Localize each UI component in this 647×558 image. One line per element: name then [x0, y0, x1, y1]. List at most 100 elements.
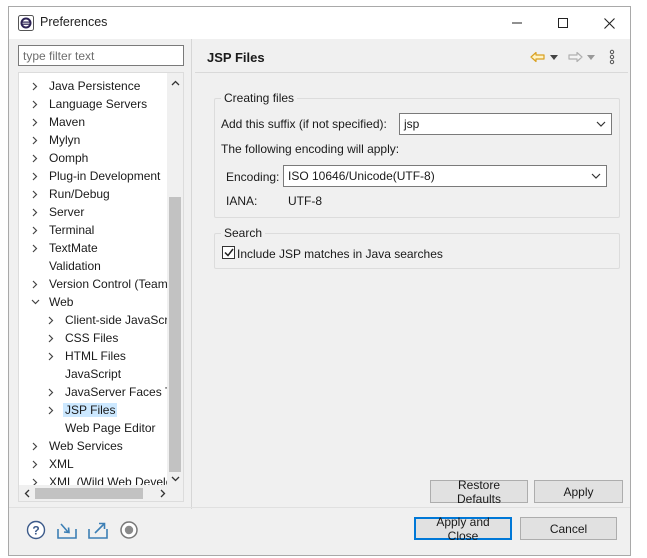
tree-item-label: Client-side JavaScript	[65, 313, 167, 327]
tree-item[interactable]: Language Servers	[19, 95, 167, 113]
tree-item-label: JavaServer Faces Tools	[65, 385, 167, 399]
eclipse-app-icon	[18, 15, 34, 31]
tree-item[interactable]: Mylyn	[19, 131, 167, 149]
chevron-right-icon[interactable]	[29, 275, 41, 293]
chevron-right-icon[interactable]	[29, 95, 41, 113]
chevron-right-icon[interactable]	[45, 347, 57, 365]
chevron-right-icon[interactable]	[45, 311, 57, 329]
record-icon	[120, 521, 138, 539]
chevron-down-icon	[171, 476, 179, 482]
chevron-right-icon[interactable]	[29, 149, 41, 167]
chevron-right-icon	[160, 489, 166, 497]
kebab-menu-icon	[609, 49, 615, 65]
chevron-right-icon[interactable]	[29, 113, 41, 131]
scroll-right-arrow[interactable]	[155, 485, 171, 501]
tree-item[interactable]: JavaScript	[19, 365, 167, 383]
filter-input[interactable]	[18, 45, 184, 66]
chevron-right-icon[interactable]	[29, 77, 41, 95]
minimize-button[interactable]	[494, 7, 540, 39]
tree-item[interactable]: Maven	[19, 113, 167, 131]
tree-item-label: Plug-in Development	[49, 169, 161, 183]
tree-vertical-scrollbar[interactable]	[167, 73, 183, 485]
tree-item[interactable]: CSS Files	[19, 329, 167, 347]
tree-item-label: Terminal	[49, 223, 95, 237]
tree-item-label: Run/Debug	[49, 187, 110, 201]
scroll-left-arrow[interactable]	[19, 485, 35, 501]
tree-item-label: CSS Files	[65, 331, 119, 345]
tree-item[interactable]: HTML Files	[19, 347, 167, 365]
forward-history-dropdown[interactable]	[586, 48, 596, 66]
apply-and-close-button[interactable]: Apply and Close	[414, 515, 512, 543]
chevron-right-icon[interactable]	[29, 437, 41, 455]
tree-item[interactable]: TextMate	[19, 239, 167, 257]
export-button[interactable]	[87, 519, 109, 541]
tree-item-label: Web	[49, 295, 74, 309]
chevron-right-icon[interactable]	[29, 203, 41, 221]
tree-item-label: Java Persistence	[49, 79, 141, 93]
tree-item[interactable]: Terminal	[19, 221, 167, 239]
export-icon	[88, 522, 108, 539]
restore-defaults-button[interactable]: Restore Defaults	[430, 478, 528, 506]
include-jsp-label[interactable]: Include JSP matches in Java searches	[237, 247, 443, 261]
oomph-record-button[interactable]	[118, 519, 140, 541]
include-jsp-checkbox[interactable]	[222, 246, 235, 259]
tree-item[interactable]: Plug-in Development	[19, 167, 167, 185]
tree-item[interactable]: Java Persistence	[19, 77, 167, 95]
maximize-button[interactable]	[540, 7, 586, 39]
chevron-right-icon[interactable]	[29, 239, 41, 257]
chevron-down-icon	[586, 173, 606, 179]
tree-item[interactable]: Run/Debug	[19, 185, 167, 203]
cancel-button[interactable]: Cancel	[520, 517, 617, 540]
chevron-right-icon[interactable]	[29, 131, 41, 149]
encoding-combo[interactable]: ISO 10646/Unicode(UTF-8)	[283, 165, 607, 187]
tree-item[interactable]: Web	[19, 293, 167, 311]
tree-item[interactable]: Version Control (Team)	[19, 275, 167, 293]
tree-item[interactable]: Client-side JavaScript	[19, 311, 167, 329]
chevron-right-icon[interactable]	[29, 167, 41, 185]
tree-item[interactable]: Web Services	[19, 437, 167, 455]
tree-item[interactable]: XML	[19, 455, 167, 473]
chevron-up-icon	[171, 80, 179, 86]
suffix-label: Add this suffix (if not specified):	[221, 117, 387, 131]
pane-divider[interactable]	[191, 39, 192, 509]
apply-button[interactable]: Apply	[534, 480, 623, 503]
chevron-right-icon[interactable]	[45, 401, 57, 419]
close-button[interactable]	[586, 7, 632, 39]
tree-item[interactable]: Server	[19, 203, 167, 221]
tree-item-label: Version Control (Team)	[49, 277, 167, 291]
scroll-thumb-horizontal[interactable]	[35, 488, 143, 499]
tree-item[interactable]: Validation	[19, 257, 167, 275]
checkmark-icon	[223, 248, 234, 257]
chevron-down-icon[interactable]	[29, 293, 41, 311]
tree-horizontal-scrollbar[interactable]	[19, 485, 183, 501]
back-arrow-icon	[530, 51, 545, 63]
tree-item-label: JSP Files	[63, 403, 118, 417]
chevron-right-icon[interactable]	[29, 455, 41, 473]
chevron-right-icon[interactable]	[45, 329, 57, 347]
suffix-combo[interactable]: jsp	[399, 113, 612, 135]
tree-item[interactable]: Web Page Editor	[19, 419, 167, 437]
chevron-right-icon[interactable]	[45, 383, 57, 401]
back-history-dropdown[interactable]	[549, 48, 559, 66]
help-button[interactable]: ?	[25, 519, 47, 541]
chevron-right-icon[interactable]	[29, 221, 41, 239]
encoding-note: The following encoding will apply:	[221, 142, 400, 156]
back-button[interactable]	[529, 48, 547, 66]
help-icon: ?	[26, 520, 46, 540]
tree-item[interactable]: JavaServer Faces Tools	[19, 383, 167, 401]
scroll-up-arrow[interactable]	[167, 75, 183, 91]
chevron-down-icon	[591, 121, 611, 127]
view-menu-button[interactable]	[607, 48, 617, 66]
tree-item-label: JavaScript	[65, 367, 122, 381]
page-content: Creating files Add this suffix (if not s…	[195, 74, 628, 506]
tree-item[interactable]: Oomph	[19, 149, 167, 167]
chevron-right-icon[interactable]	[29, 185, 41, 203]
tree-item[interactable]: JSP Files	[19, 401, 167, 419]
close-icon	[603, 17, 615, 29]
import-button[interactable]	[56, 519, 78, 541]
preference-tree: Java Persistence Language Servers Maven Myl…	[18, 72, 184, 502]
page-title: JSP Files	[207, 50, 265, 65]
forward-button[interactable]	[566, 48, 584, 66]
import-icon	[57, 523, 77, 539]
scroll-thumb[interactable]	[169, 197, 181, 472]
